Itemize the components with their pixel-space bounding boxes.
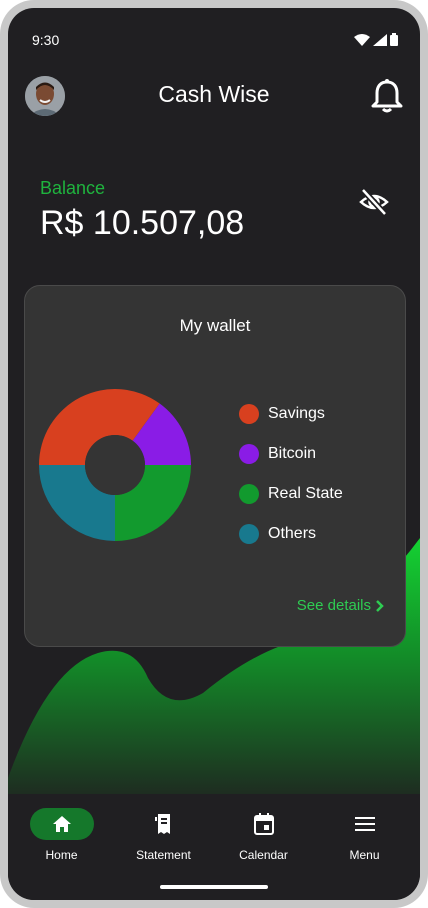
balance-label: Balance <box>40 178 106 198</box>
legend-label: Real State <box>268 485 343 502</box>
nav-item-calendar[interactable]: Calendar <box>212 808 315 868</box>
nav-icon-container <box>232 808 296 840</box>
toggle-balance-visibility[interactable] <box>358 186 390 218</box>
nav-item-menu[interactable]: Menu <box>313 808 416 868</box>
legend-item: Real State <box>239 474 343 514</box>
legend-color-dot <box>239 444 259 464</box>
legend-color-dot <box>239 524 259 544</box>
see-details-link[interactable]: See details <box>297 597 385 614</box>
legend-color-dot <box>239 404 259 424</box>
nav-label-calendar: Calendar <box>239 848 288 862</box>
app-title: Cash Wise <box>158 81 270 107</box>
donut-hole <box>85 435 145 495</box>
see-details-label: See details <box>296 597 371 614</box>
wifi-icon <box>354 33 370 46</box>
legend-color-dot <box>239 484 259 504</box>
status-icons <box>354 33 398 46</box>
nav-item-statement[interactable]: Statement <box>112 808 215 868</box>
nav-icon-container <box>132 808 196 840</box>
legend-label: Bitcoin <box>268 445 317 462</box>
nav-item-home[interactable]: Home <box>10 808 113 868</box>
home-icon <box>52 816 71 832</box>
nav-label-home: Home <box>45 848 78 862</box>
nav-active-indicator <box>29 808 94 840</box>
legend-label: Others <box>268 525 317 542</box>
app-screen: 9:30 Cash Wise Balance R$ 10.507,08 My w… <box>8 8 420 900</box>
balance-value: R$ 10.507,08 <box>40 204 245 242</box>
legend-item: Bitcoin <box>239 434 343 474</box>
wallet-legend: Savings Bitcoin Real State Others <box>239 394 343 554</box>
bell-icon <box>371 79 403 113</box>
statement-icon <box>154 814 170 834</box>
legend-item: Others <box>239 514 343 554</box>
legend-item: Savings <box>239 394 343 434</box>
nav-label-statement: Statement <box>136 848 191 862</box>
nav-icon-container <box>333 808 397 840</box>
signal-icon <box>373 33 387 46</box>
notification-button[interactable] <box>370 78 404 114</box>
device-frame: 9:30 Cash Wise Balance R$ 10.507,08 My w… <box>0 0 428 908</box>
wallet-title: My wallet <box>179 316 251 335</box>
chevron-right-icon <box>376 599 384 612</box>
status-time: 9:30 <box>32 32 60 48</box>
legend-label: Savings <box>268 405 325 422</box>
eye-off-icon <box>359 187 389 217</box>
battery-icon <box>390 33 398 46</box>
status-bar: 9:30 <box>8 8 420 68</box>
wallet-donut-chart <box>39 389 191 541</box>
calendar-icon <box>253 813 274 835</box>
nav-label-menu: Menu <box>349 848 380 862</box>
wallet-card: My wallet Savings Bitcoin Real State Others… <box>24 285 406 647</box>
menu-icon <box>354 817 375 831</box>
home-indicator <box>160 885 268 889</box>
